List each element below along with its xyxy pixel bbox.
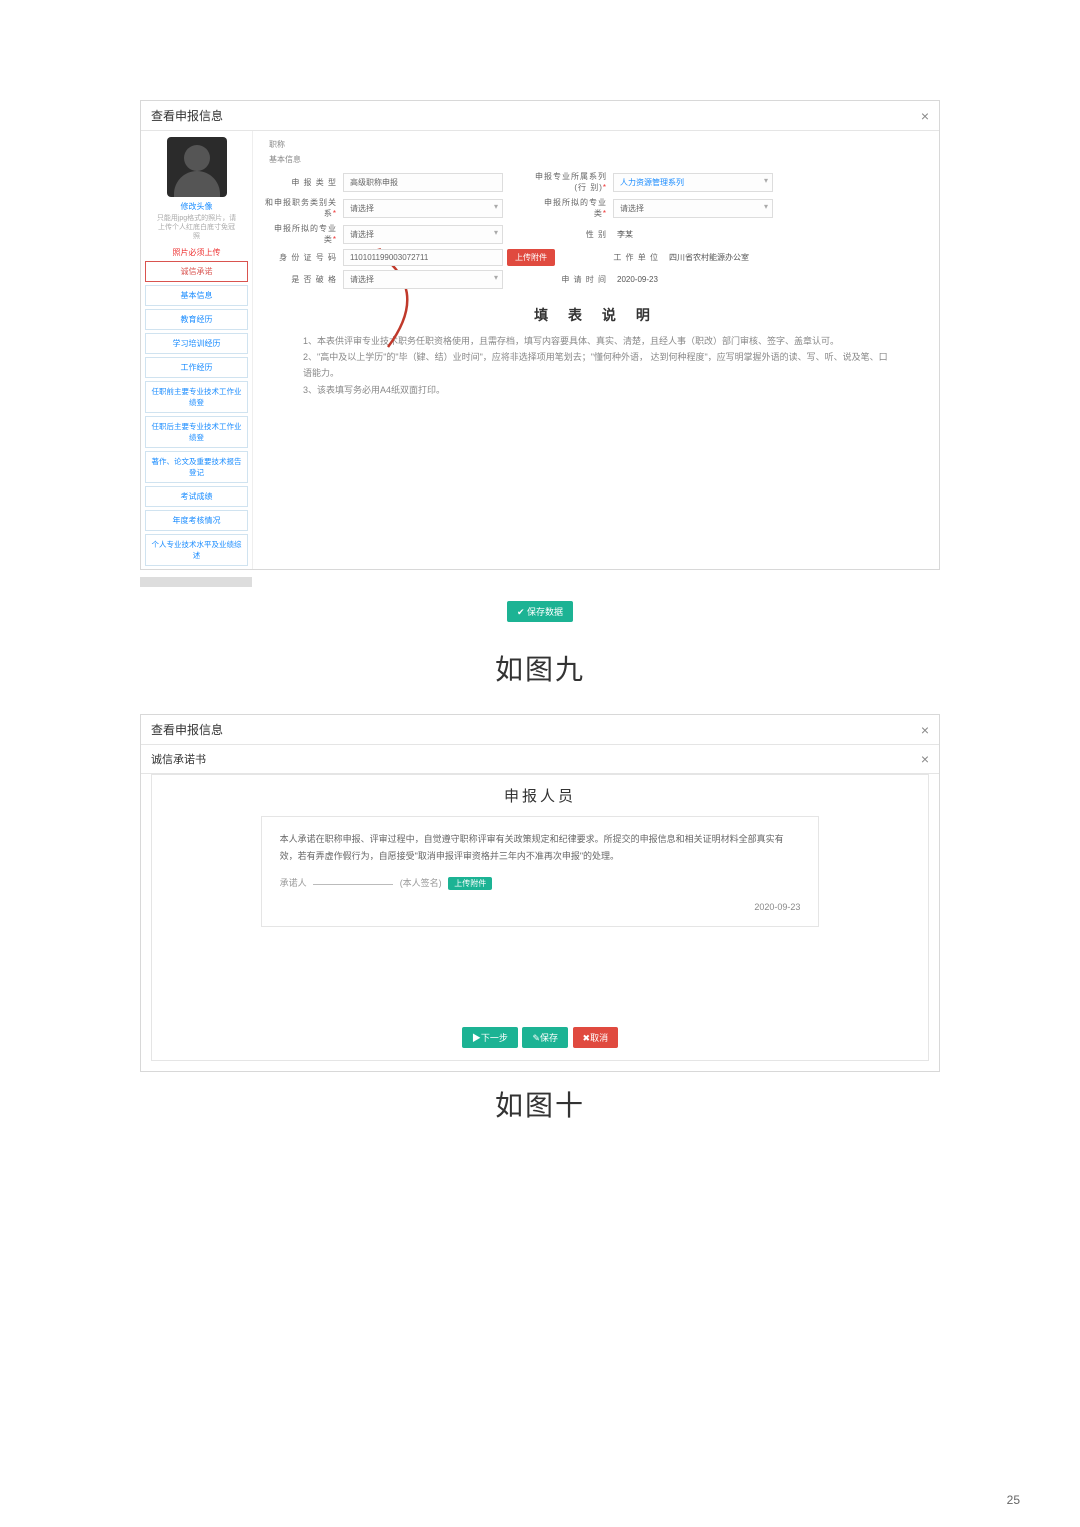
avatar-placeholder-icon [167, 137, 227, 197]
modal2-close-icon[interactable]: × [921, 722, 929, 738]
sidebar-item-training[interactable]: 学习培训经历 [145, 333, 248, 354]
caption-figure-10: 如图十 [140, 1084, 940, 1124]
label-sex: 性 别 [533, 229, 613, 240]
sidebar-item-after[interactable]: 任职后主要专业技术工作业绩登 [145, 416, 248, 448]
sidebar-item-before[interactable]: 任职前主要专业技术工作业绩登 [145, 381, 248, 413]
field-major[interactable]: 请选择 [613, 199, 773, 218]
next-step-button[interactable]: ▶下一步 [462, 1027, 518, 1048]
save-data-button[interactable]: 保存数据 [507, 601, 573, 622]
field-series-old[interactable]: 人力资源管理系列 [613, 173, 773, 192]
label-id: 身 份 证 号 码 [263, 252, 343, 263]
value-date: 2020-09-23 [613, 275, 658, 284]
sidebar: 修改头像 只能用jpg格式的照片，请上传个人红底白底寸免冠照 照片必须上传 诚信… [141, 131, 253, 569]
sidebar-item-summary[interactable]: 个人专业技术水平及业绩综述 [145, 534, 248, 566]
modal2-body: 申报人员 本人承诺在职称申报、评审过程中，自觉遵守职称评审有关政策规定和纪律要求… [141, 774, 939, 1060]
pledge-text: 本人承诺在职称申报、评审过程中，自觉遵守职称评审有关政策规定和纪律要求。所提交的… [280, 831, 801, 865]
pledge-box: 本人承诺在职称申报、评审过程中，自觉遵守职称评审有关政策规定和纪律要求。所提交的… [261, 816, 820, 926]
upload-id-button[interactable]: 上传附件 [507, 249, 555, 266]
modal2-inner-close-icon[interactable]: × [921, 751, 929, 767]
value-unit: 四川省农村能源办公室 [665, 252, 749, 263]
must-upload-note: 照片必须上传 [151, 247, 242, 258]
modal2-footer: ▶下一步 ✎保存 ✖取消 [152, 997, 928, 1060]
modal1-title: 查看申报信息 [151, 107, 223, 124]
form-panel: 职称 基本信息 申 报 类 型 高级职称申报 申报专业所属系列(行 别)* 人力… [253, 131, 939, 569]
cancel-button[interactable]: ✖取消 [573, 1027, 619, 1048]
sidebar-item-publication[interactable]: 著作、论文及重要技术报告登记 [145, 451, 248, 483]
label-type: 申 报 类 型 [263, 177, 343, 188]
pledge-sign-row: 承诺人 (本人签名) 上传附件 [280, 875, 801, 892]
sidebar-item-work[interactable]: 工作经历 [145, 357, 248, 378]
label-award: 是 否 破 格 [263, 274, 343, 285]
instruction-line-2: 2、"高中及以上学历"的"毕（肄、结）业时间"，应将非选择项用笔划去；"懂何种外… [303, 349, 889, 381]
field-level[interactable]: 请选择 [343, 225, 503, 244]
save-icon: ✎ [532, 1033, 540, 1043]
label-unit: 工 作 单 位 [585, 252, 665, 263]
sidebar-item-annual[interactable]: 年度考核情况 [145, 510, 248, 531]
modal-pledge: 查看申报信息 × 诚信承诺书 × 申报人员 本人承诺在职称申报、评审过程中，自觉… [140, 714, 940, 1071]
sign-prefix: 承诺人 [280, 878, 307, 888]
sidebar-item-pledge[interactable]: 诚信承诺 [145, 261, 248, 282]
save-button-wrap: 保存数据 [140, 587, 940, 636]
tab-basic[interactable]: 基本信息 [263, 152, 307, 167]
field-level-rel[interactable]: 请选择 [343, 199, 503, 218]
change-avatar-link[interactable]: 修改头像 [151, 201, 242, 212]
modal2-title: 查看申报信息 [151, 721, 223, 738]
modal2-inner-title: 诚信承诺书 [151, 751, 206, 767]
instructions-body: 1、本表供评审专业技术职务任职资格使用，且需存档，填写内容要具体、真实、清楚，且… [263, 333, 929, 418]
pledge-area: 申报人员 本人承诺在职称申报、评审过程中，自觉遵守职称评审有关政策规定和纪律要求… [151, 774, 929, 1060]
value-sex: 李某 [613, 229, 633, 240]
sidebar-item-exam[interactable]: 考试成绩 [145, 486, 248, 507]
instruction-line-3: 3、该表填写务必用A4纸双面打印。 [303, 382, 889, 398]
save-button[interactable]: ✎保存 [522, 1027, 568, 1048]
modal1-header: 查看申报信息 × [141, 101, 939, 131]
sidebar-shadow [140, 577, 252, 587]
modal2-inner-header: 诚信承诺书 × [141, 745, 939, 774]
field-id[interactable]: 110101199003072711 [343, 249, 503, 266]
avatar-wrap: 修改头像 只能用jpg格式的照片，请上传个人红底白底寸免冠照 照片必须上传 [141, 137, 252, 258]
caption-figure-9: 如图九 [140, 648, 940, 688]
sign-suffix: (本人签名) [400, 878, 442, 888]
page-number: 25 [1007, 1493, 1020, 1507]
cancel-icon: ✖ [583, 1033, 591, 1043]
modal-view-declare-info: 查看申报信息 × 修改头像 只能用jpg格式的照片，请上传个人红底白底寸免冠照 … [140, 100, 940, 570]
label-series-old: 申报专业所属系列(行 别)* [533, 171, 613, 193]
sidebar-item-basic[interactable]: 基本信息 [145, 285, 248, 306]
sign-line [313, 884, 393, 885]
label-level-rel: 和申报职务类别关 系* [263, 197, 343, 219]
label-date: 申 请 时 间 [533, 274, 613, 285]
field-award[interactable]: 请选择 [343, 270, 503, 289]
next-icon: ▶ [472, 1033, 481, 1043]
modal1-close-icon[interactable]: × [921, 108, 929, 124]
pledge-date: 2020-09-23 [280, 899, 801, 916]
avatar-note: 只能用jpg格式的照片，请上传个人红底白底寸免冠照 [151, 214, 242, 247]
label-level: 申报所拟的专业 类* [263, 223, 343, 245]
tabs: 职称 基本信息 [263, 137, 929, 167]
instruction-line-1: 1、本表供评审专业技术职务任职资格使用，且需存档，填写内容要具体、真实、清楚，且… [303, 333, 889, 349]
tab-title[interactable]: 职称 [263, 137, 291, 152]
sidebar-item-education[interactable]: 教育经历 [145, 309, 248, 330]
modal1-body: 修改头像 只能用jpg格式的照片，请上传个人红底白底寸免冠照 照片必须上传 诚信… [141, 131, 939, 569]
field-type[interactable]: 高级职称申报 [343, 173, 503, 192]
label-major: 申报所拟的专业 类* [533, 197, 613, 219]
upload-sign-button[interactable]: 上传附件 [448, 877, 492, 890]
modal2-header: 查看申报信息 × [141, 715, 939, 745]
instructions-title: 填 表 说 明 [263, 305, 929, 325]
pledge-title: 申报人员 [152, 775, 928, 816]
